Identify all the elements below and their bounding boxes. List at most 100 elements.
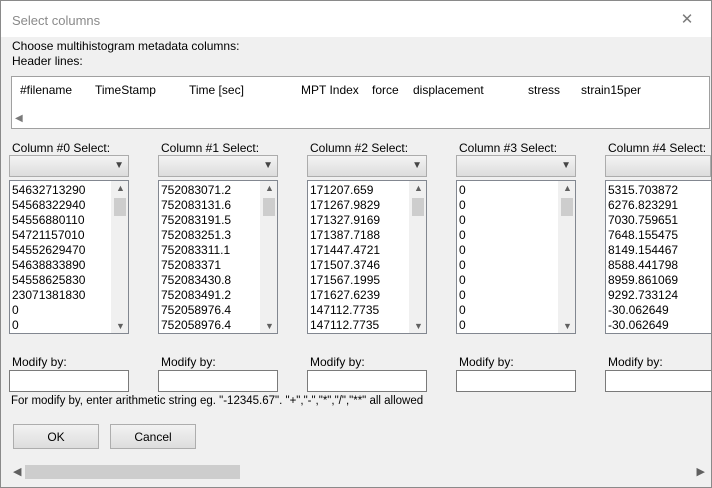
scroll-thumb[interactable]: [114, 198, 126, 216]
list-item[interactable]: 752083491.2: [161, 288, 231, 303]
list-item[interactable]: 752083071.2: [161, 183, 231, 198]
list-item[interactable]: 752083131.6: [161, 198, 231, 213]
close-button[interactable]: ✕: [672, 11, 702, 28]
cancel-button[interactable]: Cancel: [110, 424, 196, 449]
column-2-modify-input[interactable]: [307, 370, 427, 392]
list-item[interactable]: 23071381830: [12, 288, 85, 303]
list-item[interactable]: 5315.703872: [608, 183, 678, 198]
list-item[interactable]: 0: [459, 243, 466, 258]
scroll-down-icon[interactable]: ▼: [116, 321, 125, 331]
header-col-strain15per: strain15per: [581, 83, 642, 97]
list-item[interactable]: 171627.6239: [310, 288, 380, 303]
scroll-down-icon[interactable]: ▼: [414, 321, 423, 331]
column-4-select[interactable]: [605, 155, 711, 177]
list-item[interactable]: -30.062649: [608, 318, 678, 333]
list-item[interactable]: -30.062649: [608, 303, 678, 318]
list-item[interactable]: 0: [459, 318, 466, 333]
scroll-up-icon[interactable]: ▲: [116, 183, 125, 193]
list-item[interactable]: 0: [459, 258, 466, 273]
list-item[interactable]: 752083311.1: [161, 243, 231, 258]
column-3-label: Column #3 Select:: [459, 141, 558, 155]
column-3-select[interactable]: ▼: [456, 155, 576, 177]
header-horizontal-scrollbar[interactable]: ◀: [12, 112, 709, 128]
list-item[interactable]: 8588.441798: [608, 258, 678, 273]
scroll-thumb[interactable]: [561, 198, 573, 216]
column-4-values-list[interactable]: 5315.703872 6276.823291 7030.759651 7648…: [605, 180, 711, 334]
header-lines-box[interactable]: #filename TimeStamp Time [sec] MPT Index…: [11, 76, 710, 129]
list-item[interactable]: 0: [459, 198, 466, 213]
list-item[interactable]: 171507.3746: [310, 258, 380, 273]
list-item[interactable]: 752083251.3: [161, 228, 231, 243]
list-item[interactable]: 54552629470: [12, 243, 85, 258]
column-0-modify-label: Modify by:: [12, 355, 67, 369]
list-item[interactable]: 7030.759651: [608, 213, 678, 228]
column-2-vertical-scrollbar[interactable]: ▲ ▼: [409, 181, 426, 333]
list-item[interactable]: 6276.823291: [608, 198, 678, 213]
list-item[interactable]: 171567.1995: [310, 273, 380, 288]
ok-button[interactable]: OK: [13, 424, 99, 449]
column-4-modify-input[interactable]: [605, 370, 711, 392]
column-1-values-list[interactable]: 752083071.2 752083131.6 752083191.5 7520…: [158, 180, 278, 334]
list-item[interactable]: 752083430.8: [161, 273, 231, 288]
title-bar: Select columns ✕: [1, 1, 711, 37]
list-item[interactable]: 54568322940: [12, 198, 85, 213]
list-item[interactable]: 54632713290: [12, 183, 85, 198]
scroll-thumb[interactable]: [263, 198, 275, 216]
list-item[interactable]: 171327.9169: [310, 213, 380, 228]
list-item[interactable]: 171207.659: [310, 183, 380, 198]
list-item[interactable]: 54638833890: [12, 258, 85, 273]
column-2-values-list[interactable]: 171207.659 171267.9829 171327.9169 17138…: [307, 180, 427, 334]
list-item[interactable]: 8959.861069: [608, 273, 678, 288]
column-3-vertical-scrollbar[interactable]: ▲ ▼: [558, 181, 575, 333]
list-item[interactable]: 171387.7188: [310, 228, 380, 243]
list-item[interactable]: 0: [459, 228, 466, 243]
header-col-time: Time [sec]: [189, 83, 244, 97]
column-1-select[interactable]: ▼: [158, 155, 278, 177]
list-item[interactable]: 171267.9829: [310, 198, 380, 213]
scroll-left-icon[interactable]: ◀: [15, 113, 23, 124]
column-0-values-list[interactable]: 54632713290 54568322940 54556880110 5472…: [9, 180, 129, 334]
list-item[interactable]: 752083191.5: [161, 213, 231, 228]
column-0-select[interactable]: ▼: [9, 155, 129, 177]
list-item[interactable]: 171447.4721: [310, 243, 380, 258]
scroll-thumb[interactable]: [412, 198, 424, 216]
column-1-modify-input[interactable]: [158, 370, 278, 392]
scroll-right-icon[interactable]: ▶: [697, 465, 705, 478]
column-2-label: Column #2 Select:: [310, 141, 409, 155]
list-item[interactable]: 0: [459, 288, 466, 303]
column-1-vertical-scrollbar[interactable]: ▲ ▼: [260, 181, 277, 333]
column-0-modify-input[interactable]: [9, 370, 129, 392]
list-item[interactable]: 0: [459, 303, 466, 318]
list-item[interactable]: 752058976.4: [161, 318, 231, 333]
close-icon: ✕: [680, 11, 694, 28]
list-item[interactable]: 147112.7735: [310, 303, 380, 318]
chevron-down-icon: ▼: [561, 160, 571, 171]
column-3-modify-input[interactable]: [456, 370, 576, 392]
main-horizontal-scrollbar[interactable]: ◀ ▶: [8, 463, 710, 481]
select-columns-dialog: Select columns ✕ Choose multihistogram m…: [0, 0, 712, 488]
list-item[interactable]: 0: [12, 303, 85, 318]
list-item[interactable]: 7648.155475: [608, 228, 678, 243]
list-item[interactable]: 54558625830: [12, 273, 85, 288]
scroll-up-icon[interactable]: ▲: [563, 183, 572, 193]
list-item[interactable]: 0: [459, 273, 466, 288]
list-item[interactable]: 0: [459, 213, 466, 228]
list-item[interactable]: 147112.7735: [310, 318, 380, 333]
list-item[interactable]: 54556880110: [12, 213, 85, 228]
list-item[interactable]: 0: [12, 318, 85, 333]
column-3-values-list[interactable]: 0 0 0 0 0 0 0 0 0 0 ▲ ▼: [456, 180, 576, 334]
list-item[interactable]: 752083371: [161, 258, 231, 273]
list-item[interactable]: 8149.154467: [608, 243, 678, 258]
list-item[interactable]: 9292.733124: [608, 288, 678, 303]
scroll-down-icon[interactable]: ▼: [265, 321, 274, 331]
list-item[interactable]: 54721157010: [12, 228, 85, 243]
list-item[interactable]: 0: [459, 183, 466, 198]
scroll-left-icon[interactable]: ◀: [13, 465, 21, 478]
list-item[interactable]: 752058976.4: [161, 303, 231, 318]
column-0-vertical-scrollbar[interactable]: ▲ ▼: [111, 181, 128, 333]
scroll-up-icon[interactable]: ▲: [265, 183, 274, 193]
column-2-select[interactable]: ▼: [307, 155, 427, 177]
scroll-up-icon[interactable]: ▲: [414, 183, 423, 193]
scroll-thumb[interactable]: [25, 465, 240, 479]
scroll-down-icon[interactable]: ▼: [563, 321, 572, 331]
